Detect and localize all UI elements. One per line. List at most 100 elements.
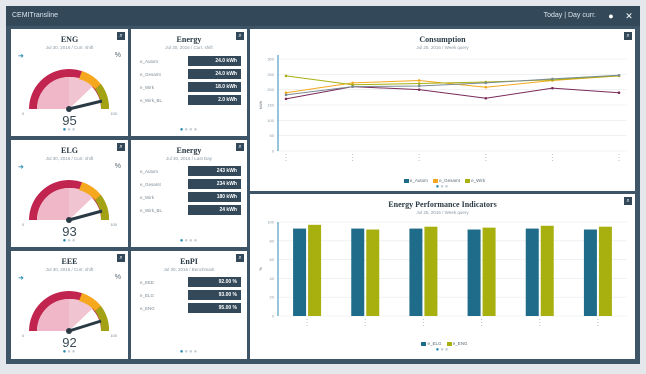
legend-swatch [446,341,452,346]
zoom-icon[interactable]: ⌕ [117,254,125,262]
epi-card: Energy Performance Indicators Jul 25, 20… [250,194,635,359]
y-tick-label: 20 [270,295,275,300]
y-tick-label: 0 [272,314,275,319]
row-label: e_Wirk [140,85,155,90]
row-value: 24.0 kWh [188,69,241,79]
y-tick-label: 150 [267,103,274,108]
pager-dots[interactable]: ●●●● [131,349,247,355]
bar [366,229,380,316]
row-label: e_Gesamt [140,72,161,77]
gauge-subtitle: Jul 30, 2016 / Curr. shift [45,267,94,272]
chart-legend: e_ELG e_ENG [250,341,635,346]
gauge-card-eee: EEE Jul 30, 2016 / Curr. shift ⌕ ➜ % 0 1… [11,251,128,359]
gauge-title: ENG [60,35,79,44]
legend-label: e_Gesamt [439,178,460,183]
gauge-card-eng: ENG Jul 30, 2016 / Curr. shift ⌕ ➜ % 0 1… [11,29,128,136]
data-point [417,88,421,91]
row-label: e_Wirk_BL [140,98,163,103]
energy-row: e_Gesamt 24.0 kWh [140,69,241,79]
row-value: 24 kWh [188,205,241,215]
gauge-subtitle: Jul 30, 2016 / Curr. shift [45,156,94,161]
app-title: CEMITransline [12,12,59,19]
y-tick-label: 250 [267,72,274,77]
row-value: 24.0 kWh [188,56,241,66]
legend-label: e_Autom [409,178,428,183]
row-label: e_Autom [140,169,159,174]
legend-label: e_ELG [427,341,442,346]
gauge-card-elg: ELG Jul 30, 2016 / Curr. shift ⌕ ➜ % 0 1… [11,140,128,247]
data-point [484,81,488,85]
zoom-icon[interactable]: ⌕ [236,254,244,262]
date-range-selector[interactable]: Today | Day curr. [544,12,596,19]
bar [540,225,554,316]
row-value: 180 kWh [188,192,241,202]
row-label: e_Gesamt [140,182,161,187]
legend-swatch [433,178,439,183]
gauge-value: 92 [62,335,77,350]
data-point [417,79,421,82]
chart-subtitle: Jul 25, 2016 / Week query [416,210,469,215]
row-label: e_Autom [140,59,159,64]
energy-row: e_Gesamt 234 kWh [140,179,241,189]
row-label: e_Wirk [140,195,155,200]
data-point [417,84,421,88]
pager-dots[interactable]: ●●● [250,347,635,353]
row-value: 2.0 kWh [188,95,241,105]
gauge-title: EEE [61,257,78,266]
y-tick-label: 300 [267,57,274,62]
pager-dots[interactable]: ●●●● [131,238,247,244]
row-label: e_EEE [140,280,155,285]
zoom-icon[interactable]: ⌕ [236,32,244,40]
pager-dots[interactable]: ●●● [11,238,128,244]
gauge-value: 93 [62,224,77,239]
energy-row: e_Autom 243 kWh [140,166,241,176]
data-point [484,96,488,100]
zoom-icon[interactable]: ⌕ [117,32,125,40]
legend-label: e_ENG [452,341,468,346]
chart-legend: e_Autom e_Gesamt e_Wirk [250,178,635,183]
dashboard: ENG Jul 30, 2016 / Curr. shift ⌕ ➜ % 0 1… [6,26,640,364]
bar [525,228,539,316]
pager-dots[interactable]: ●●● [11,349,128,355]
row-value: 93.00 % [188,290,241,300]
row-label: e_ENG [140,306,155,311]
y-tick-label: 60 [270,257,275,262]
zoom-icon[interactable]: ⌕ [117,143,125,151]
data-point [617,73,621,77]
legend-label: e_Wirk [471,178,486,183]
y-tick-label: 0 [272,149,275,154]
legend-swatch [465,178,471,183]
zoom-icon[interactable]: ⌕ [624,197,632,205]
card-title: EnPI [180,257,198,266]
chart-title: Energy Performance Indicators [388,200,497,209]
energy-row: e_Wirk 180 kWh [140,192,241,202]
data-point [484,85,488,89]
row-value: 92.00 % [188,277,241,287]
legend-swatch [403,178,409,183]
zoom-icon[interactable]: ⌕ [236,143,244,151]
gauge-dial [29,180,110,223]
bar [467,229,481,316]
bar [482,227,496,316]
pager-dots[interactable]: ●●●● [131,127,247,133]
data-point [284,97,288,101]
bar [351,228,365,316]
pager-dots[interactable]: ●●● [250,184,635,190]
energy-row: e_Wirk 18.0 kWh [140,82,241,92]
data-point [551,77,554,81]
pager-dots[interactable]: ●●● [11,127,128,133]
energy-card-shift: Energy Jul 30, 2016 / Curr. shift ⌕ e_Au… [131,29,247,136]
card-title: Energy [176,146,202,155]
row-label: e_Wirk_BL [140,208,163,213]
zoom-icon[interactable]: ⌕ [624,32,632,40]
data-point [284,93,288,97]
close-icon[interactable]: ✕ [622,9,636,23]
data-point [417,82,421,85]
data-point [551,86,554,90]
card-title: Energy [176,35,202,44]
row-label: e_ELG [140,293,155,298]
settings-icon[interactable]: ● [604,9,618,23]
enpi-row: e_ENG 95.00 % [140,303,241,313]
y-axis-label: % [258,267,263,271]
bar [409,228,423,316]
